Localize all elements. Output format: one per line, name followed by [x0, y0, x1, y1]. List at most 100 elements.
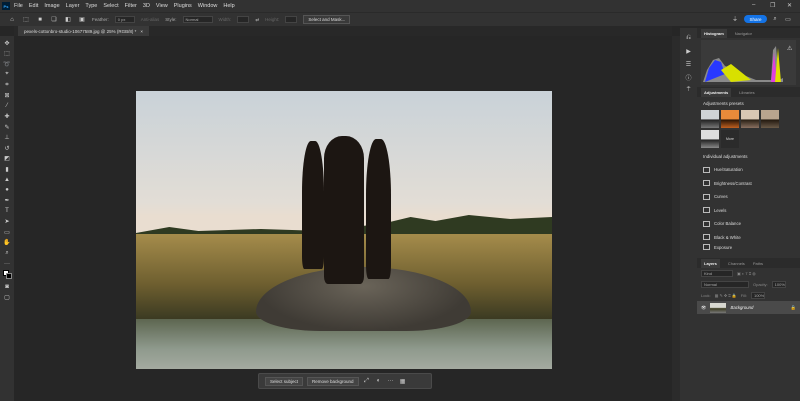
- canvas-image[interactable]: [136, 91, 552, 369]
- menu-3d[interactable]: 3D: [143, 3, 150, 9]
- adjustments-presets-header[interactable]: Adjustments presets: [697, 97, 800, 110]
- minimize-icon[interactable]: –: [752, 2, 755, 8]
- menu-plugins[interactable]: Plugins: [174, 3, 192, 9]
- subtract-selection-icon[interactable]: ◧: [64, 16, 72, 24]
- select-and-mask-button[interactable]: Select and Mask...: [303, 15, 351, 24]
- actions-play-icon[interactable]: ▶: [685, 47, 693, 55]
- layer-filter-input[interactable]: Kind: [701, 270, 733, 277]
- height-input[interactable]: [285, 16, 298, 23]
- menu-image[interactable]: Image: [44, 3, 59, 9]
- menu-view[interactable]: View: [156, 3, 168, 9]
- menu-layer[interactable]: Layer: [66, 3, 80, 9]
- visibility-eye-icon[interactable]: 👁: [701, 305, 706, 311]
- adjustment-exposure[interactable]: Exposure: [697, 244, 800, 250]
- tab-paths[interactable]: Paths: [753, 261, 763, 266]
- antialias-checkbox[interactable]: Anti-alias: [141, 17, 160, 22]
- move-tool-icon[interactable]: ✥: [3, 39, 11, 47]
- style-select[interactable]: Normal: [182, 16, 213, 23]
- stamp-tool-icon[interactable]: ⊥: [3, 134, 11, 142]
- intersect-selection-icon[interactable]: ▣: [78, 16, 86, 24]
- gradient-tool-icon[interactable]: ▮: [3, 165, 11, 173]
- eraser-tool-icon[interactable]: ◩: [3, 155, 11, 163]
- more-presets-button[interactable]: More: [721, 130, 739, 148]
- blend-mode-select[interactable]: Normal: [701, 281, 749, 288]
- tab-layers[interactable]: Layers: [701, 258, 720, 268]
- preset-thumb[interactable]: [741, 110, 759, 128]
- home-icon[interactable]: ⌂: [8, 16, 16, 24]
- menu-file[interactable]: File: [14, 3, 23, 9]
- transform-icon[interactable]: ⤢: [363, 377, 371, 385]
- brush-tool-icon[interactable]: ✎: [3, 123, 11, 131]
- preset-thumb[interactable]: [701, 110, 719, 128]
- adjustment-curves[interactable]: Curves: [697, 190, 800, 204]
- lasso-tool-icon[interactable]: ➰: [3, 60, 11, 68]
- swap-icon[interactable]: ⇄: [255, 17, 259, 23]
- frame-tool-icon[interactable]: ⊠: [3, 92, 11, 100]
- individual-adjustments-header[interactable]: Individual adjustments: [697, 148, 800, 163]
- new-selection-icon[interactable]: ■: [36, 16, 44, 24]
- shape-tool-icon[interactable]: ▭: [3, 228, 11, 236]
- adjustment-color-balance[interactable]: Color Balance: [697, 217, 800, 231]
- remove-background-button[interactable]: Remove background: [307, 376, 359, 386]
- adjustment-brightness-contrast[interactable]: Brightness/Contrast: [697, 177, 800, 191]
- preset-thumb[interactable]: [761, 110, 779, 128]
- stamp-icon[interactable]: ⍑: [685, 86, 693, 94]
- workspace-icon[interactable]: ▭: [784, 15, 792, 23]
- healing-brush-icon[interactable]: ✚: [3, 113, 11, 121]
- properties-icon[interactable]: ☰: [685, 60, 693, 68]
- tab-adjustments[interactable]: Adjustments: [701, 87, 732, 97]
- close-icon[interactable]: ✕: [787, 2, 792, 9]
- tab-libraries[interactable]: Libraries: [739, 90, 754, 95]
- menu-edit[interactable]: Edit: [29, 3, 38, 9]
- lock-icons[interactable]: ▦ ✎ ✥ ⌗ 🔒: [715, 293, 737, 298]
- preset-thumb[interactable]: [701, 130, 719, 148]
- history-icon[interactable]: ⎌: [685, 34, 693, 42]
- feather-input[interactable]: 0 px: [114, 16, 135, 23]
- add-selection-icon[interactable]: ❏: [50, 16, 58, 24]
- crop-tool-icon[interactable]: ⌗: [3, 81, 11, 89]
- info-icon[interactable]: ⓘ: [685, 73, 693, 82]
- menu-select[interactable]: Select: [103, 3, 118, 9]
- menu-help[interactable]: Help: [223, 3, 234, 9]
- tab-histogram[interactable]: Histogram: [701, 28, 727, 38]
- hand-tool-icon[interactable]: ✋: [3, 239, 11, 247]
- fill-input[interactable]: 100%: [750, 292, 765, 299]
- history-brush-icon[interactable]: ↺: [3, 144, 11, 152]
- width-input[interactable]: [237, 16, 250, 23]
- canvas-scrollbar[interactable]: [672, 36, 680, 401]
- type-tool-icon[interactable]: T: [3, 207, 11, 215]
- document-tab[interactable]: pexels-cottonbro-studio-10677589.jpg @ 2…: [18, 26, 150, 36]
- zoom-tool-icon[interactable]: ⌕: [3, 249, 11, 257]
- tab-navigator[interactable]: Navigator: [735, 31, 752, 36]
- adjustment-levels[interactable]: Levels: [697, 204, 800, 218]
- cloud-doc-icon[interactable]: ⍊: [731, 15, 739, 23]
- color-swatches-icon[interactable]: [3, 270, 12, 280]
- layer-background[interactable]: 👁 Background 🔒: [697, 301, 800, 314]
- select-subject-button[interactable]: Select subject: [265, 376, 304, 386]
- menu-window[interactable]: Window: [198, 3, 218, 9]
- marquee-tool-icon[interactable]: ⬚: [3, 50, 11, 58]
- menu-filter[interactable]: Filter: [125, 3, 137, 9]
- pin-bar-icon[interactable]: ▦: [399, 377, 407, 385]
- restore-icon[interactable]: ❐: [770, 2, 775, 9]
- close-tab-icon[interactable]: ×: [140, 29, 143, 34]
- share-button[interactable]: Share: [744, 15, 767, 23]
- eyedropper-tool-icon[interactable]: ⁄: [3, 102, 11, 110]
- dodge-tool-icon[interactable]: ●: [3, 186, 11, 194]
- opacity-input[interactable]: 100%: [771, 281, 786, 288]
- tab-channels[interactable]: Channels: [728, 261, 745, 266]
- object-select-tool-icon[interactable]: ⌖: [3, 71, 11, 79]
- preset-thumb[interactable]: [721, 110, 739, 128]
- marquee-preset-icon[interactable]: ⬚: [22, 16, 30, 24]
- menu-type[interactable]: Type: [85, 3, 97, 9]
- pen-tool-icon[interactable]: ✒: [3, 197, 11, 205]
- adjustment-black-white[interactable]: Black & White: [697, 231, 800, 245]
- more-tools-icon[interactable]: ···: [3, 260, 11, 268]
- adjustment-hue-saturation[interactable]: Hue/Saturation: [697, 163, 800, 177]
- quick-mask-icon[interactable]: ◙: [3, 283, 11, 291]
- adjustment-icon[interactable]: ◐: [375, 377, 383, 385]
- more-options-icon[interactable]: ···: [387, 377, 395, 385]
- blur-tool-icon[interactable]: ▲: [3, 176, 11, 184]
- screen-mode-icon[interactable]: ▢: [3, 293, 11, 301]
- path-select-icon[interactable]: ➤: [3, 218, 11, 226]
